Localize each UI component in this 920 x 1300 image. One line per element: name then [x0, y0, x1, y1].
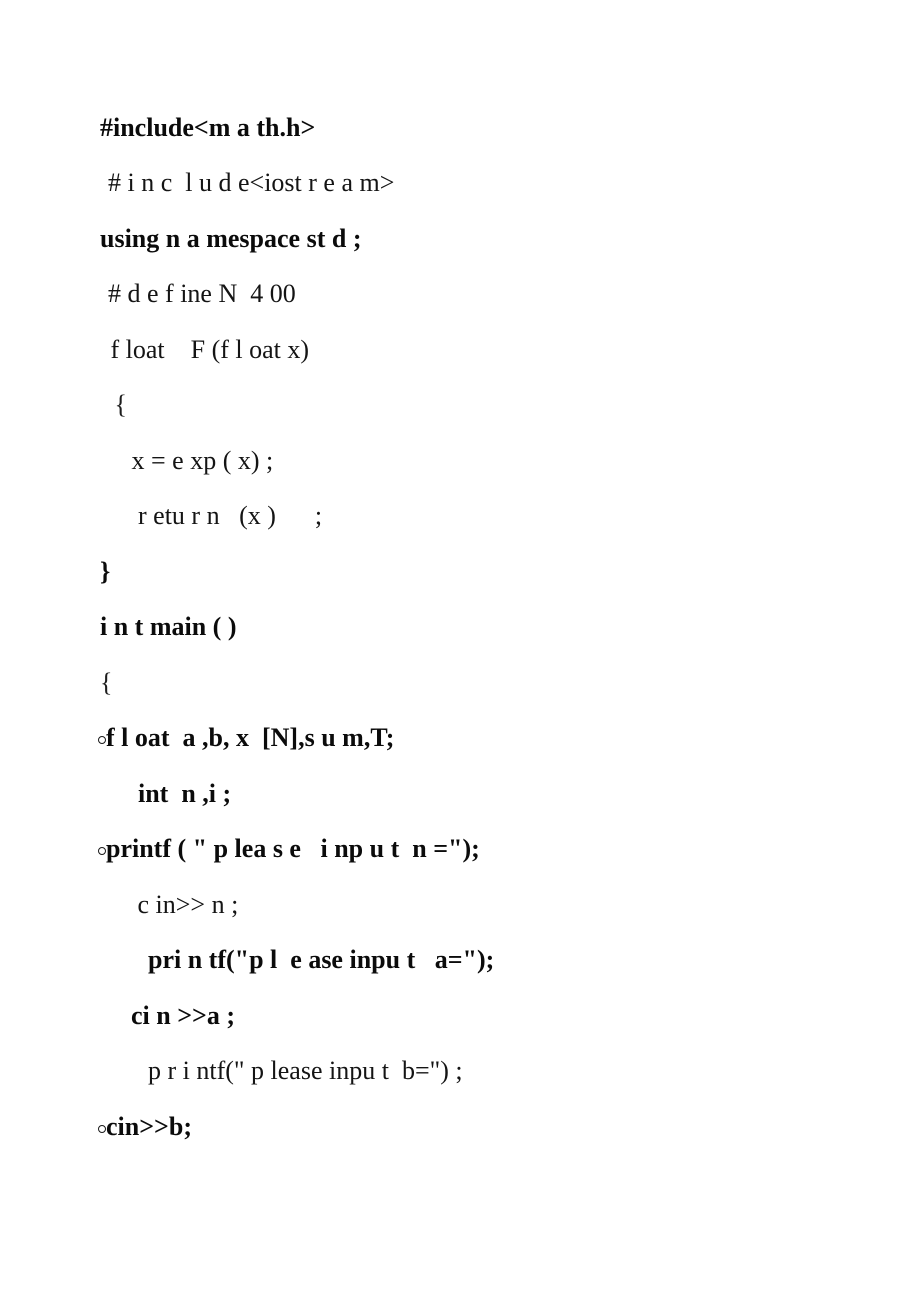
code-line: # i n c l u d e<iost r e a m>: [108, 168, 395, 197]
code-line: using n a mespace st d ;: [100, 224, 362, 253]
code-line: c in>> n ;: [118, 890, 239, 919]
code-line: r etu r n (x ) ;: [112, 501, 323, 530]
code-line: #include<m a th.h>: [100, 113, 316, 142]
code-line: cin>>b;: [106, 1112, 192, 1141]
scanned-page: #include<m a th.h> # i n c l u d e<iost r…: [0, 0, 920, 1300]
code-line: p r i ntf(" p lease inpu t b=") ;: [122, 1056, 463, 1085]
code-line: {: [100, 668, 113, 697]
code-line: # d e f ine N 4 00: [108, 279, 296, 308]
scan-artifact-speck: [98, 1125, 106, 1133]
scan-artifact-speck: [98, 847, 106, 855]
code-line: f l oat a ,b, x [N],s u m,T;: [106, 723, 395, 752]
code-line: ci n >>a ;: [118, 1001, 236, 1030]
code-line: f loat F (f l oat x): [104, 335, 310, 364]
scan-artifact-speck: [98, 736, 106, 744]
code-line: int n ,i ;: [112, 779, 232, 808]
code-line: pri n tf("p l e ase inpu t a=");: [122, 945, 495, 974]
code-line: i n t main ( ): [100, 612, 237, 641]
code-line: printf ( " p lea s e i np u t n =");: [106, 834, 480, 863]
code-line: x = e xp ( x) ;: [112, 446, 274, 475]
code-line: }: [100, 557, 111, 586]
code-listing: #include<m a th.h> # i n c l u d e<iost r…: [0, 0, 920, 1300]
code-line: {: [108, 390, 127, 419]
